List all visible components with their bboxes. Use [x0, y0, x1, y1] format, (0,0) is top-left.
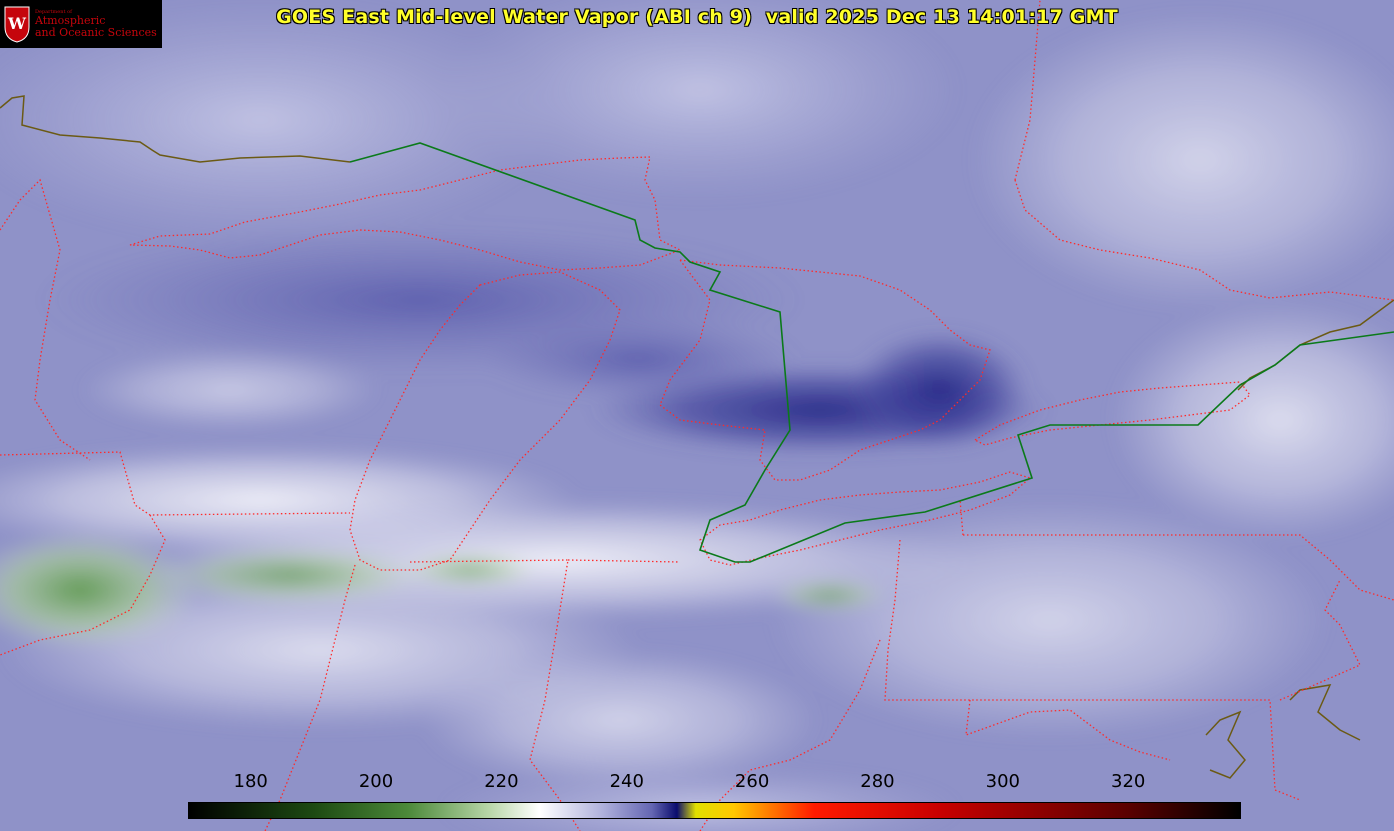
water-vapor-map	[0, 0, 1394, 831]
colorbar-tick-label: 180	[233, 771, 268, 792]
colorbar	[188, 802, 1241, 819]
image-title: GOES East Mid-level Water Vapor (ABI ch …	[276, 6, 1118, 28]
colorbar-tick-label: 300	[985, 771, 1020, 792]
logo-line-2: and Oceanic Sciences	[35, 25, 157, 39]
colorbar-tick-label: 200	[358, 771, 394, 792]
colorbar-tick-label: 260	[734, 771, 770, 792]
colorbar-tick-label: 240	[609, 771, 644, 792]
colorbar-tick-label: 320	[1110, 771, 1146, 792]
colorbar-tick-label: 220	[484, 771, 519, 792]
colorbar-tick-label: 280	[860, 771, 895, 792]
